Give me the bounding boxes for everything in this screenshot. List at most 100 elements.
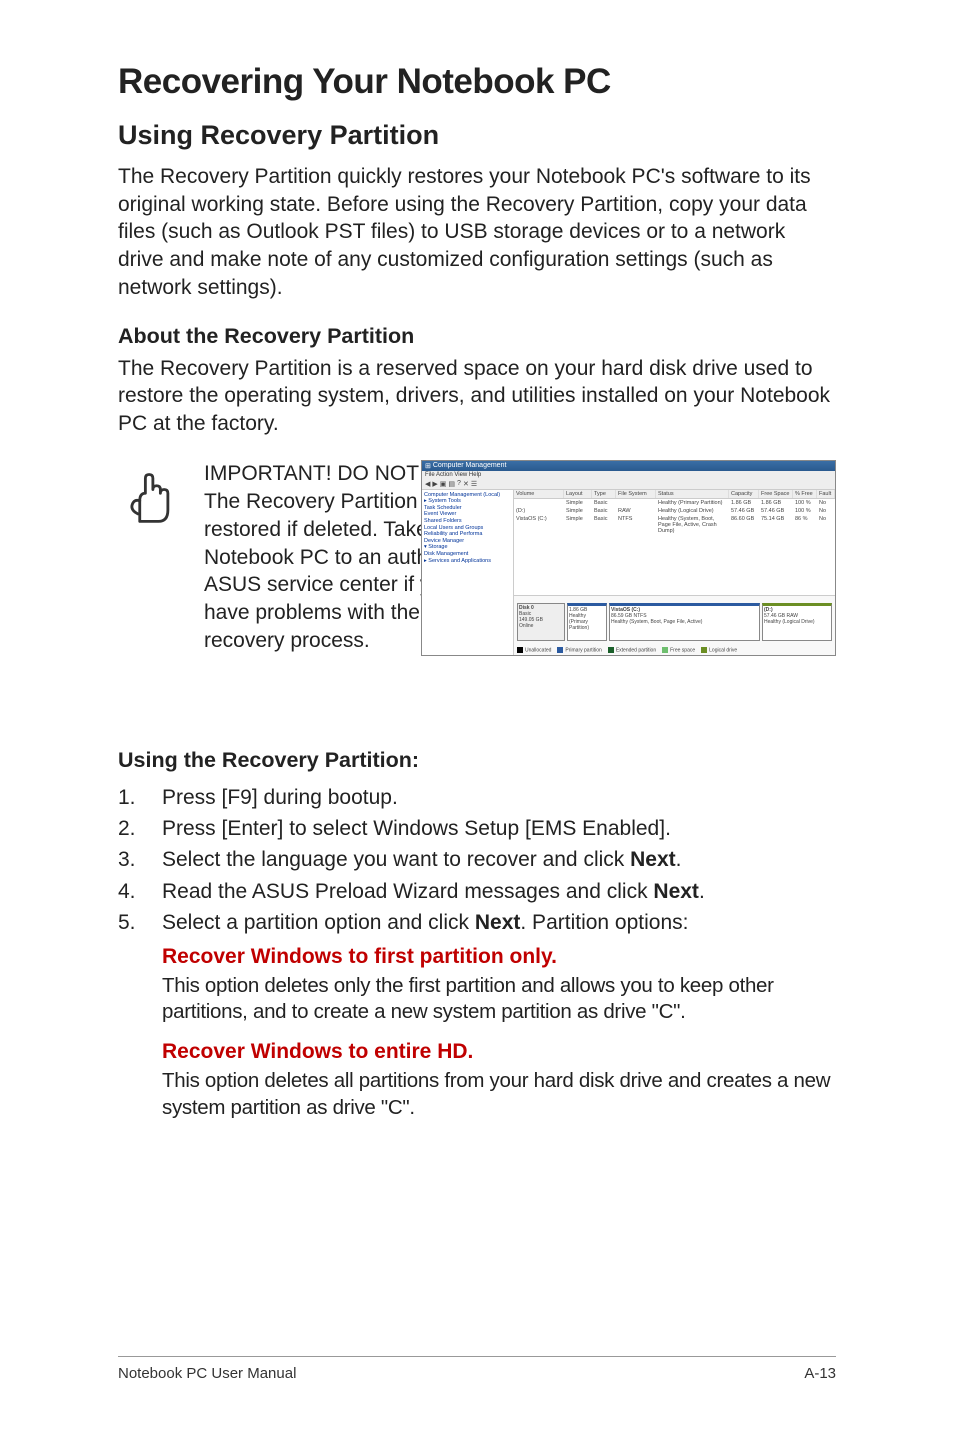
ss-tree-item: Computer Management (Local) <box>424 492 511 499</box>
option-heading: Recover Windows to entire HD. <box>162 1040 836 1064</box>
ss-titlebar: ⊞ Computer Management <box>422 461 835 471</box>
ss-col: Capacity <box>729 490 759 498</box>
ss-tree-item: ▸ Services and Applications <box>424 558 511 565</box>
ss-part-status: Healthy (Primary Partition) <box>569 613 605 631</box>
ss-toolbar-icon: ☰ <box>471 480 477 488</box>
ss-legend: Unallocated Primary partition Extended p… <box>517 647 737 653</box>
step-number: 3. <box>118 845 162 875</box>
ss-toolbar-icon: ✕ <box>463 480 469 488</box>
cell: 86 % <box>793 515 817 535</box>
cell: 57.46 GB <box>759 507 793 515</box>
ss-toolbar: ◀ ▶ ▣ ▤ ? ✕ ☰ <box>422 479 835 490</box>
legend-item: Extended partition <box>616 648 656 654</box>
ss-col: Free Space <box>759 490 793 498</box>
step-text: Select the language you want to recover … <box>162 845 836 875</box>
ss-tree-item: Reliability and Performa <box>424 531 511 538</box>
table-row: VistaOS (C:) Simple Basic NTFS Healthy (… <box>514 515 835 535</box>
ss-tree-item: Local Users and Groups <box>424 525 511 532</box>
cell: Basic <box>592 515 616 535</box>
ss-window-title: Computer Management <box>433 462 507 469</box>
ss-tree-item: Task Scheduler <box>424 505 511 512</box>
step-number: 1. <box>118 783 162 813</box>
cell: VistaOS (C:) <box>514 515 564 535</box>
ss-tree-item: Shared Folders <box>424 518 511 525</box>
cell: Simple <box>564 515 592 535</box>
ss-col: Type <box>592 490 616 498</box>
using-recovery-heading: Using Recovery Partition <box>118 120 836 151</box>
step-number: 2. <box>118 814 162 844</box>
cell: Healthy (System, Boot, Page File, Active… <box>656 515 729 535</box>
ss-toolbar-icon: ? <box>457 480 461 488</box>
cell: 75.14 GB <box>759 515 793 535</box>
legend-item: Primary partition <box>565 648 601 654</box>
ss-col: File System <box>616 490 656 498</box>
table-row: Simple Basic Healthy (Primary Partition)… <box>514 499 835 507</box>
cell: Simple <box>564 507 592 515</box>
option-body: This option deletes only the first parti… <box>162 973 836 1026</box>
ss-toolbar-icon: ◀ <box>425 480 430 488</box>
cell: 1.86 GB <box>759 499 793 507</box>
cell: Basic <box>592 499 616 507</box>
list-item: 5. Select a partition option and click N… <box>118 908 836 938</box>
ss-toolbar-icon: ▤ <box>448 480 455 488</box>
legend-item: Free space <box>670 648 695 654</box>
ss-table-head: Volume Layout Type File System Status Ca… <box>514 490 835 499</box>
ss-col: Fault <box>817 490 835 498</box>
cell: No <box>817 499 835 507</box>
about-recovery-body: The Recovery Partition is a reserved spa… <box>118 355 836 438</box>
about-recovery-heading: About the Recovery Partition <box>118 324 836 349</box>
ss-tree-item: Device Manager <box>424 538 511 545</box>
ss-part-name: (D:) <box>764 607 773 613</box>
cell: Healthy (Primary Partition) <box>656 499 729 507</box>
ss-disk-sub: Basic 149.05 GB Online <box>519 611 543 629</box>
ss-part-status: Healthy (System, Boot, Page File, Active… <box>611 619 758 625</box>
step-text: Press [F9] during bootup. <box>162 783 836 813</box>
important-hand-icon <box>118 464 184 530</box>
step-text: Read the ASUS Preload Wizard messages an… <box>162 877 836 907</box>
step-number: 4. <box>118 877 162 907</box>
ss-disk-label: Disk 0 Basic 149.05 GB Online <box>517 603 565 641</box>
ss-part-name: VistaOS (C:) <box>611 607 640 613</box>
cell <box>616 499 656 507</box>
cell: 100 % <box>793 507 817 515</box>
ss-toolbar-icon: ▣ <box>440 480 447 488</box>
ss-partition: (D:) 57.46 GB RAW Healthy (Logical Drive… <box>762 603 832 641</box>
step-text: Select a partition option and click Next… <box>162 908 836 938</box>
ss-tree: Computer Management (Local) ▸ System Too… <box>422 490 514 655</box>
ss-tree-item: Event Viewer <box>424 511 511 518</box>
cell: (D:) <box>514 507 564 515</box>
page-title: Recovering Your Notebook PC <box>118 62 836 102</box>
cell: 100 % <box>793 499 817 507</box>
cell: RAW <box>616 507 656 515</box>
step-number: 5. <box>118 908 162 938</box>
cell: NTFS <box>616 515 656 535</box>
list-item: 3. Select the language you want to recov… <box>118 845 836 875</box>
ss-toolbar-icon: ▶ <box>432 480 437 488</box>
ss-col: Layout <box>564 490 592 498</box>
option-body: This option deletes all partitions from … <box>162 1068 836 1121</box>
disk-management-screenshot: ⊞ Computer Management File Action View H… <box>421 460 836 656</box>
cell: 1.86 GB <box>729 499 759 507</box>
cell: 86.60 GB <box>729 515 759 535</box>
cell: 57.46 GB <box>729 507 759 515</box>
ss-col: Status <box>656 490 729 498</box>
ss-tree-item: Disk Management <box>424 551 511 558</box>
ss-tree-item: ▾ Storage <box>424 544 511 551</box>
footer-title: Notebook PC User Manual <box>118 1365 296 1382</box>
list-item: 1. Press [F9] during bootup. <box>118 783 836 813</box>
cell: Healthy (Logical Drive) <box>656 507 729 515</box>
footer-page: A-13 <box>804 1365 836 1382</box>
ss-disk-graph: Disk 0 Basic 149.05 GB Online 1.86 GB He… <box>514 595 835 655</box>
table-row: (D:) Simple Basic RAW Healthy (Logical D… <box>514 507 835 515</box>
ss-partition: VistaOS (C:) 86.59 GB NTFS Healthy (Syst… <box>609 603 760 641</box>
ss-col: Volume <box>514 490 564 498</box>
ss-partition: 1.86 GB Healthy (Primary Partition) <box>567 603 607 641</box>
cell: Basic <box>592 507 616 515</box>
cell: Simple <box>564 499 592 507</box>
list-item: 2. Press [Enter] to select Windows Setup… <box>118 814 836 844</box>
legend-item: Unallocated <box>525 648 551 654</box>
ss-col: % Free <box>793 490 817 498</box>
using-recovery-body: The Recovery Partition quickly restores … <box>118 163 836 302</box>
list-item: 4. Read the ASUS Preload Wizard messages… <box>118 877 836 907</box>
cell: No <box>817 507 835 515</box>
